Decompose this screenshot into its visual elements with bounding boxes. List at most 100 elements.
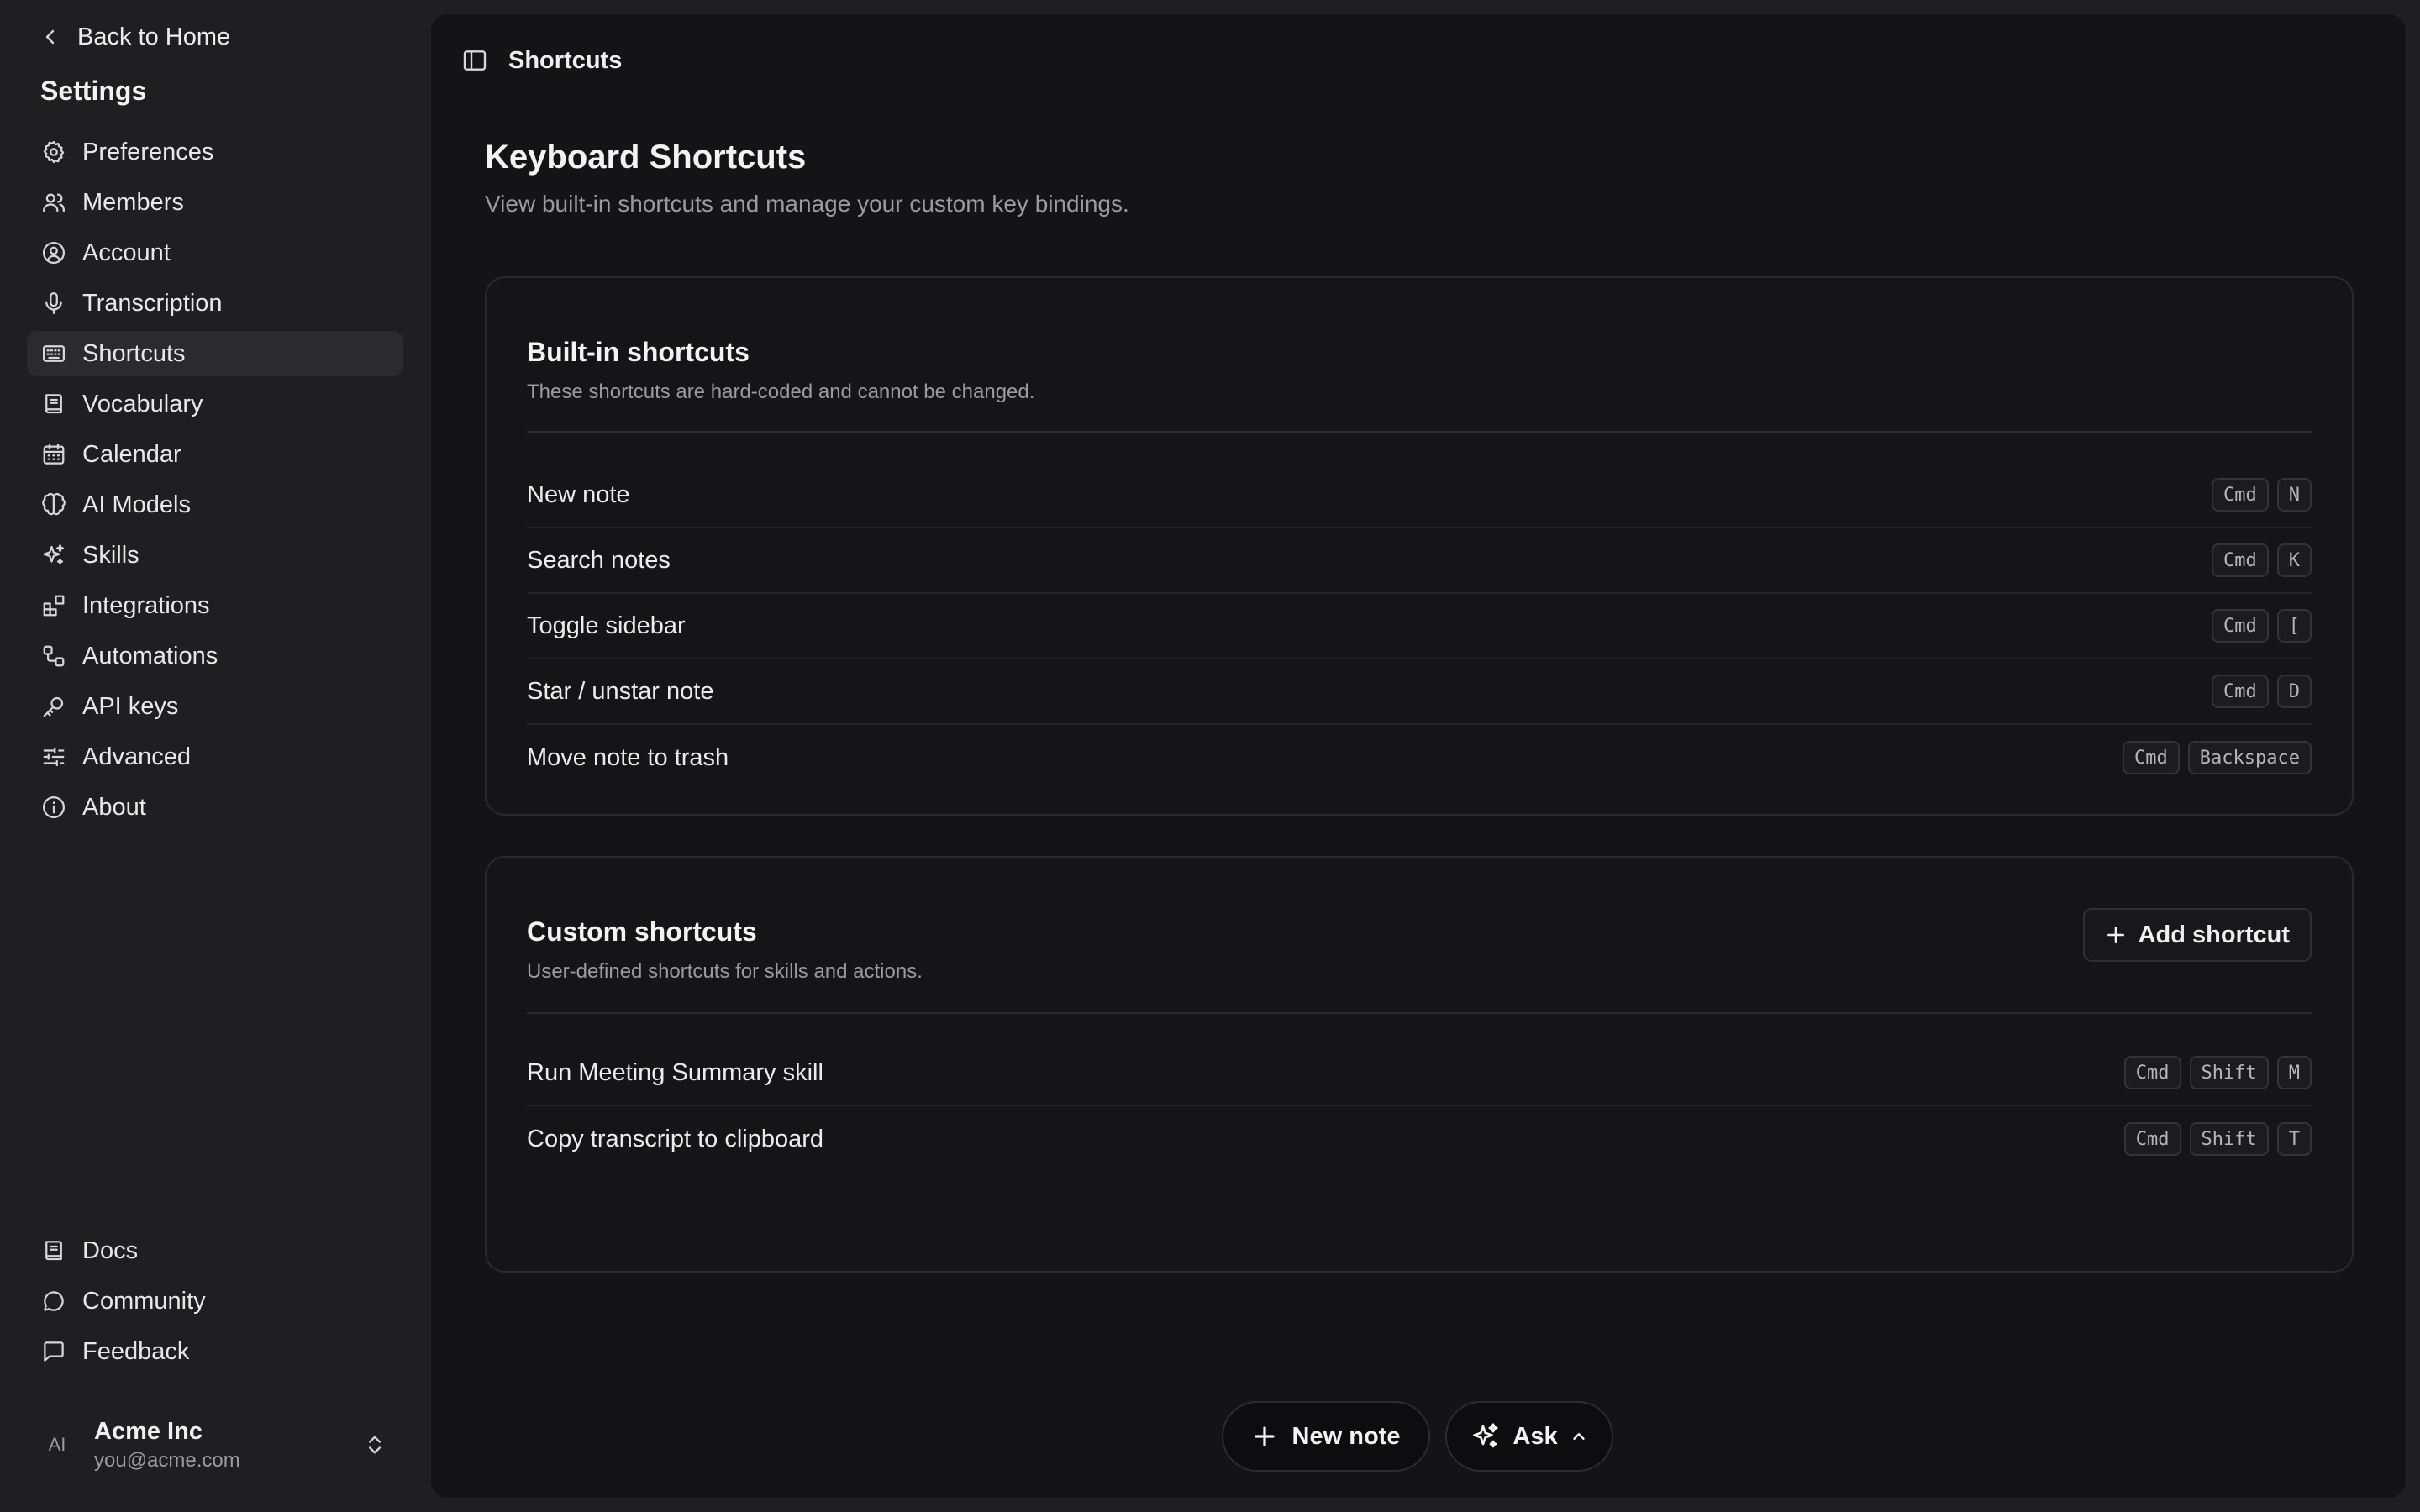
card-title: Custom shortcuts (527, 916, 757, 947)
settings-sidebar: Back to Home Settings Preferences Member… (0, 0, 430, 1512)
sidebar-item-label: Calendar (82, 440, 182, 468)
new-note-label: New note (1292, 1422, 1401, 1450)
book-icon (40, 391, 67, 417)
microphone-icon (40, 290, 67, 317)
sidebar-item-vocabulary[interactable]: Vocabulary (27, 381, 403, 427)
sidebar-item-about[interactable]: About (27, 785, 403, 830)
settings-nav: Preferences Members Account Transcriptio… (27, 129, 403, 835)
sidebar-item-label: Shortcuts (82, 339, 186, 367)
sidebar-item-community[interactable]: Community (27, 1278, 403, 1324)
key-cap: Cmd (2212, 609, 2269, 643)
key-cap: Shift (2189, 1122, 2269, 1156)
sidebar-item-label: Advanced (82, 743, 191, 770)
key-cap: Cmd (2212, 675, 2269, 708)
shortcut-list: New note Cmd N Search notes Cmd K Toggle… (527, 463, 2312, 790)
user-info: Acme Inc you@acme.com (94, 1418, 240, 1473)
card-subtitle: These shortcuts are hard-coded and canno… (527, 381, 1035, 403)
key-cap: K (2276, 543, 2312, 577)
sidebar-item-members[interactable]: Members (27, 180, 403, 225)
info-icon (40, 794, 67, 821)
sidebar-item-label: Integrations (82, 591, 210, 619)
page-subtitle: View built-in shortcuts and manage your … (485, 191, 1129, 217)
sidebar-item-label: Community (82, 1287, 206, 1315)
key-cap: [ (2276, 609, 2312, 643)
shortcut-label: Move note to trash (527, 743, 729, 771)
key-cap: T (2276, 1122, 2312, 1156)
avatar: AI (48, 1434, 66, 1455)
shortcut-row: New note Cmd N (527, 463, 2312, 528)
key-combo: Cmd K (2212, 543, 2312, 577)
sidebar-item-transcription[interactable]: Transcription (27, 281, 403, 326)
sidebar-item-skills[interactable]: Skills (27, 533, 403, 578)
back-to-home-label: Back to Home (77, 23, 231, 50)
shortcut-list: Run Meeting Summary skill Cmd Shift M Co… (527, 1041, 2312, 1172)
key-cap: Cmd (2123, 741, 2180, 774)
key-cap: Cmd (2212, 478, 2269, 512)
sidebar-item-account[interactable]: Account (27, 230, 403, 276)
builtin-shortcuts-card: Built-in shortcuts These shortcuts are h… (485, 276, 2354, 816)
chevron-left-icon (45, 29, 55, 45)
brain-icon (40, 491, 67, 518)
key-combo: Cmd D (2212, 675, 2312, 708)
users-icon (40, 189, 67, 216)
divider (527, 1012, 2312, 1014)
sidebar-item-label: Members (82, 188, 184, 216)
sidebar-item-label: Feedback (82, 1337, 190, 1365)
sidebar-item-label: Automations (82, 642, 218, 669)
key-cap: N (2276, 478, 2312, 512)
divider (527, 431, 2312, 433)
sliders-icon (40, 743, 67, 770)
new-note-button[interactable]: New note (1222, 1401, 1430, 1472)
shortcut-label: Copy transcript to clipboard (527, 1125, 823, 1152)
sidebar-item-label: Skills (82, 541, 139, 569)
book-icon (40, 1237, 67, 1264)
sidebar-item-calendar[interactable]: Calendar (27, 432, 403, 477)
key-combo: Cmd Shift T (2123, 1122, 2312, 1156)
top-bar: Shortcuts (461, 39, 622, 81)
sidebar-item-label: Transcription (82, 289, 223, 317)
shortcut-label: Star / unstar note (527, 677, 714, 705)
add-shortcut-button[interactable]: Add shortcut (2082, 908, 2312, 962)
card-subtitle: User-defined shortcuts for skills and ac… (527, 960, 923, 983)
back-to-home-link[interactable]: Back to Home (40, 20, 230, 54)
sidebar-item-ai-models[interactable]: AI Models (27, 482, 403, 528)
chevrons-up-down-icon (363, 1433, 387, 1457)
sidebar-item-shortcuts[interactable]: Shortcuts (27, 331, 403, 376)
sidebar-item-label: AI Models (82, 491, 191, 518)
key-combo: Cmd Shift M (2123, 1056, 2312, 1089)
key-cap: D (2276, 675, 2312, 708)
plus-icon (1254, 1426, 1275, 1446)
sidebar-item-automations[interactable]: Automations (27, 633, 403, 679)
key-combo: Cmd [ (2212, 609, 2312, 643)
user-circle-icon (40, 239, 67, 266)
sidebar-footer-nav: Docs Community Feedback (27, 1228, 403, 1379)
workspace-switcher[interactable]: AI Acme Inc you@acme.com (40, 1411, 393, 1478)
sidebar-item-label: Vocabulary (82, 390, 203, 417)
shortcut-row: Toggle sidebar Cmd [ (527, 594, 2312, 659)
shortcut-row[interactable]: Run Meeting Summary skill Cmd Shift M (527, 1041, 2312, 1106)
keyboard-icon (40, 340, 67, 367)
shortcut-row[interactable]: Copy transcript to clipboard Cmd Shift T (527, 1106, 2312, 1172)
sidebar-item-integrations[interactable]: Integrations (27, 583, 403, 628)
sidebar-item-feedback[interactable]: Feedback (27, 1329, 403, 1374)
sidebar-item-advanced[interactable]: Advanced (27, 734, 403, 780)
sidebar-item-label: About (82, 793, 146, 821)
sidebar-item-docs[interactable]: Docs (27, 1228, 403, 1273)
breadcrumb: Shortcuts (508, 46, 623, 74)
key-cap: M (2276, 1056, 2312, 1089)
shortcut-label: New note (527, 480, 630, 508)
chat-bubble-icon (40, 1288, 67, 1315)
shortcut-row: Star / unstar note Cmd D (527, 659, 2312, 725)
sidebar-item-preferences[interactable]: Preferences (27, 129, 403, 175)
card-title: Built-in shortcuts (527, 337, 750, 367)
key-cap: Cmd (2123, 1056, 2181, 1089)
sidebar-item-api-keys[interactable]: API keys (27, 684, 403, 729)
ask-button[interactable]: Ask (1445, 1401, 1613, 1472)
key-cap: Backspace (2187, 741, 2312, 774)
sidebar-toggle-icon[interactable] (461, 47, 488, 74)
sidebar-item-label: Account (82, 239, 171, 266)
shortcut-label: Search notes (527, 546, 671, 574)
key-icon (40, 693, 67, 720)
shortcut-row: Move note to trash Cmd Backspace (527, 725, 2312, 790)
key-cap: Cmd (2212, 543, 2269, 577)
